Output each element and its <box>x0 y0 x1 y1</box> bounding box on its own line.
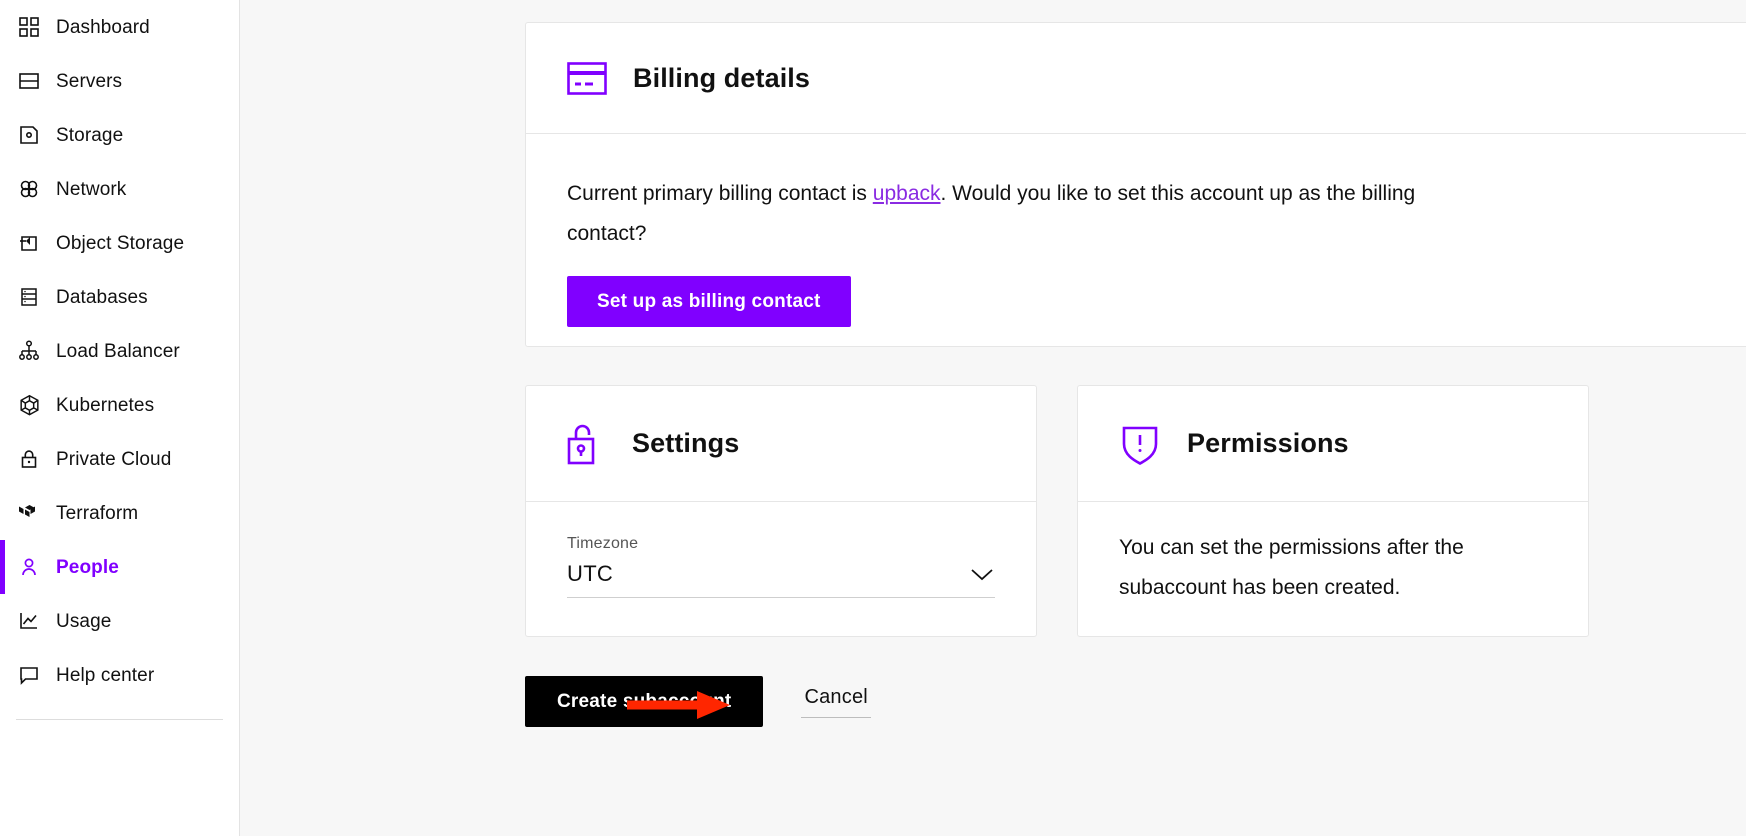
sidebar-item-network[interactable]: Network <box>0 162 239 216</box>
load-balancer-icon <box>16 338 42 364</box>
sidebar-item-label: Dashboard <box>56 16 150 38</box>
permissions-body-text: You can set the permissions after the su… <box>1119 536 1464 599</box>
database-icon <box>16 284 42 310</box>
unlocked-padlock-icon <box>567 423 605 465</box>
sidebar-item-people[interactable]: People <box>0 540 239 594</box>
settings-card-header: Settings <box>526 386 1036 502</box>
sidebar-item-servers[interactable]: Servers <box>0 54 239 108</box>
timezone-select[interactable]: UTC <box>567 561 995 598</box>
sidebar-item-label: Terraform <box>56 502 139 524</box>
sidebar-item-dashboard[interactable]: Dashboard <box>0 0 239 54</box>
chat-bubble-icon <box>16 662 42 688</box>
settings-card: Settings Timezone UTC <box>525 385 1037 637</box>
kubernetes-icon <box>16 392 42 418</box>
sidebar-item-label: Load Balancer <box>56 340 180 362</box>
billing-card-body: Current primary billing contact is upbac… <box>526 134 1746 327</box>
sidebar-item-label: Help center <box>56 664 155 686</box>
sidebar-item-private-cloud[interactable]: Private Cloud <box>0 432 239 486</box>
form-actions: Create subaccount Cancel <box>525 676 871 727</box>
billing-card-title: Billing details <box>633 62 811 93</box>
grid-icon <box>16 14 42 40</box>
timezone-label: Timezone <box>567 535 639 552</box>
billing-text-prefix: Current primary billing contact is <box>567 182 873 205</box>
sidebar-item-label: Network <box>56 178 127 200</box>
cancel-button[interactable]: Cancel <box>801 686 871 718</box>
sidebar-divider <box>16 719 223 720</box>
sidebar-item-terraform[interactable]: Terraform <box>0 486 239 540</box>
permissions-card-body: You can set the permissions after the su… <box>1078 502 1588 608</box>
sidebar-item-label: Usage <box>56 610 112 632</box>
sidebar-item-databases[interactable]: Databases <box>0 270 239 324</box>
chart-line-icon <box>16 608 42 634</box>
billing-contact-link[interactable]: upback <box>873 182 941 205</box>
chevron-down-icon[interactable] <box>969 566 995 582</box>
permissions-card: Permissions You can set the permissions … <box>1077 385 1589 637</box>
settings-card-title: Settings <box>632 428 740 458</box>
storage-disk-icon <box>16 122 42 148</box>
sidebar-item-object-storage[interactable]: Object Storage <box>0 216 239 270</box>
create-subaccount-button[interactable]: Create subaccount <box>525 676 764 727</box>
permissions-card-title: Permissions <box>1187 428 1349 458</box>
sidebar-nav-list: Dashboard Servers Storage Network Object… <box>0 0 239 702</box>
settings-card-body: Timezone UTC <box>526 502 1036 598</box>
sidebar-item-label: People <box>56 556 119 578</box>
network-icon <box>16 176 42 202</box>
server-icon <box>16 68 42 94</box>
sidebar-item-label: Servers <box>56 70 123 92</box>
sidebar-item-label: Storage <box>56 124 124 146</box>
sidebar-item-storage[interactable]: Storage <box>0 108 239 162</box>
timezone-value: UTC <box>567 561 614 586</box>
sidebar-item-help-center[interactable]: Help center <box>0 648 239 702</box>
object-storage-icon <box>16 230 42 256</box>
sidebar-item-usage[interactable]: Usage <box>0 594 239 648</box>
sidebar-item-load-balancer[interactable]: Load Balancer <box>0 324 239 378</box>
sidebar-item-label: Private Cloud <box>56 448 172 470</box>
billing-details-card: Billing details Current primary billing … <box>525 22 1746 347</box>
app-root: Dashboard Servers Storage Network Object… <box>0 0 1746 836</box>
sidebar: Dashboard Servers Storage Network Object… <box>0 0 240 836</box>
shield-exclamation-icon <box>1119 422 1161 466</box>
billing-card-header: Billing details <box>526 23 1746 134</box>
lock-icon <box>16 446 42 472</box>
billing-contact-text: Current primary billing contact is upbac… <box>567 174 1472 254</box>
credit-card-icon <box>567 58 607 98</box>
content-column: Billing details Current primary billing … <box>525 0 1746 836</box>
sidebar-item-kubernetes[interactable]: Kubernetes <box>0 378 239 432</box>
sidebar-item-label: Object Storage <box>56 232 185 254</box>
main-content: Billing details Current primary billing … <box>240 0 1746 836</box>
sidebar-item-label: Kubernetes <box>56 394 155 416</box>
sidebar-item-label: Databases <box>56 286 148 308</box>
set-up-billing-contact-button[interactable]: Set up as billing contact <box>567 276 851 327</box>
person-icon <box>16 554 42 580</box>
terraform-icon <box>16 500 42 526</box>
permissions-card-header: Permissions <box>1078 386 1588 502</box>
